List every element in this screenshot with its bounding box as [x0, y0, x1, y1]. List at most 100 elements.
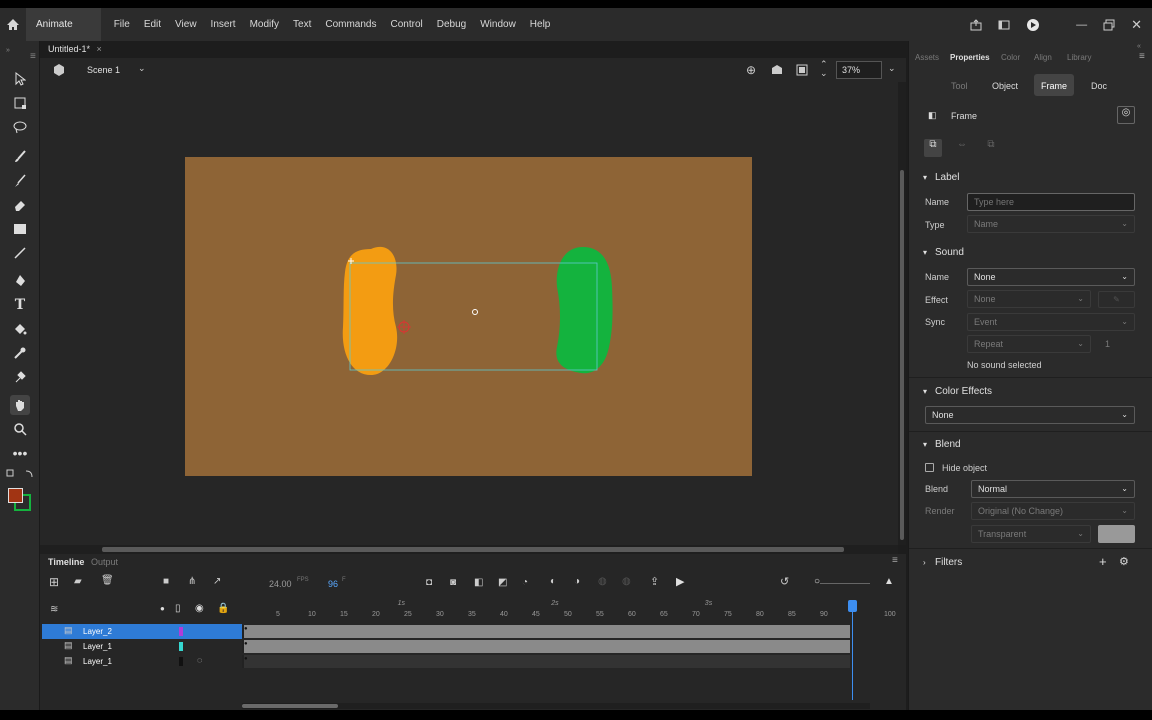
free-transform-tool-icon[interactable] — [10, 93, 30, 113]
pen-tool-icon[interactable] — [10, 271, 30, 291]
layer-row[interactable]: ▤ Layer_1 ● — [40, 639, 900, 654]
pin-tool-icon[interactable] — [10, 367, 30, 387]
layer-row[interactable]: ▤ Layer_1 ◌ ● — [40, 654, 900, 669]
keyframe[interactable]: ● — [244, 641, 248, 647]
restore-icon[interactable] — [1103, 19, 1115, 31]
export-icon[interactable]: ⇪ — [650, 575, 659, 588]
slider-handle[interactable]: ○ — [814, 576, 820, 587]
add-filter-icon[interactable]: + — [1099, 554, 1107, 569]
eyedropper-tool-icon[interactable] — [10, 343, 30, 363]
menu-edit[interactable]: Edit — [144, 19, 161, 30]
label-name-input[interactable] — [967, 193, 1135, 211]
swap-colors-icon[interactable] — [6, 469, 34, 479]
playhead[interactable] — [852, 600, 853, 700]
panel-menu-icon[interactable]: ≡ — [30, 51, 36, 62]
graph-icon[interactable]: ↗ — [213, 576, 221, 587]
layer-row[interactable]: ▤ Layer_2 ● — [40, 624, 900, 639]
lock-icon[interactable]: 🔒 — [217, 603, 229, 614]
tab-library[interactable]: Library — [1067, 53, 1091, 62]
hidden-icon[interactable]: ◌ — [197, 655, 202, 665]
home-button[interactable] — [0, 8, 26, 41]
layer-frames[interactable]: ● — [242, 625, 850, 638]
visibility-icon[interactable]: ◉ — [195, 603, 204, 614]
zoom-input[interactable]: 37% — [836, 61, 882, 79]
hide-object-checkbox[interactable] — [925, 463, 934, 472]
layer-name-cell[interactable]: ▤ Layer_2 — [42, 624, 242, 639]
text-tool-icon[interactable]: T — [10, 295, 30, 315]
sound-section-header[interactable]: ▾ Sound — [923, 247, 964, 258]
blend-select[interactable]: Normal ⌄ — [971, 480, 1135, 498]
camera-icon[interactable]: ■ — [163, 576, 169, 587]
frame-props-icon[interactable]: ⧉ — [924, 139, 942, 157]
delete-icon[interactable]: 🗑 — [101, 575, 114, 586]
loop-icon[interactable]: ↺ — [780, 575, 789, 588]
tab-assets[interactable]: Assets — [915, 53, 939, 62]
rotate-stage-icon[interactable] — [770, 64, 784, 76]
filters-section-header[interactable]: › Filters — [923, 557, 962, 568]
color-effects-select[interactable]: None ⌄ — [925, 406, 1135, 424]
scroll-thumb[interactable] — [102, 547, 844, 552]
layer-frames[interactable]: ● — [242, 640, 850, 653]
zoom-stepper-icon[interactable]: ⌃ ⌄ — [820, 60, 828, 78]
tab-output[interactable]: Output — [91, 557, 118, 567]
horizontal-scrollbar[interactable] — [40, 545, 898, 554]
layer-color-swatch[interactable] — [179, 657, 183, 666]
more-tools-icon[interactable]: ••• — [10, 443, 30, 463]
selection-tool-icon[interactable] — [10, 69, 30, 89]
keyframe[interactable]: ● — [244, 626, 248, 632]
menu-commands[interactable]: Commands — [325, 19, 376, 30]
vertical-scrollbar[interactable] — [898, 82, 906, 545]
test-movie-icon[interactable] — [1026, 18, 1040, 32]
edit-scene-icon[interactable] — [52, 63, 66, 77]
timeline-scrollbar[interactable] — [242, 703, 870, 709]
menu-text[interactable]: Text — [293, 19, 311, 30]
brush-tool-icon[interactable] — [10, 147, 30, 167]
center-stage-icon[interactable]: ⊕ — [746, 63, 756, 77]
zoom-dropdown-icon[interactable]: ⌄ — [888, 63, 896, 74]
stage[interactable] — [185, 157, 752, 476]
menu-window[interactable]: Window — [480, 19, 516, 30]
menu-modify[interactable]: Modify — [250, 19, 279, 30]
tab-align[interactable]: Align — [1034, 53, 1052, 62]
layer-frames[interactable]: ● — [242, 655, 850, 668]
zoom-tool-icon[interactable] — [10, 419, 30, 439]
rectangle-tool-icon[interactable] — [10, 219, 30, 239]
paint-brush-tool-icon[interactable] — [10, 171, 30, 191]
expand-icon[interactable]: ▲ — [884, 576, 894, 587]
tween-icon[interactable]: ◩ — [498, 577, 507, 588]
menu-control[interactable]: Control — [391, 19, 423, 30]
keyframe[interactable]: ● — [244, 656, 248, 662]
tab-timeline[interactable]: Timeline — [48, 557, 84, 567]
close-icon[interactable]: ✕ — [1131, 17, 1142, 33]
close-tab-icon[interactable]: × — [97, 44, 102, 54]
frame-ruler[interactable]: 5 10 15 20 25 30 35 40 45 50 55 60 65 70 75 80 85 90 100 1s… — [244, 600, 896, 622]
tab-object[interactable]: Object — [992, 81, 1018, 91]
hand-tool-icon[interactable] — [10, 395, 30, 415]
layers-icon[interactable]: ≋ — [50, 604, 58, 615]
collapse-icon[interactable]: » — [6, 47, 10, 54]
tab-doc[interactable]: Doc — [1091, 81, 1107, 91]
workspace-icon[interactable] — [998, 19, 1010, 31]
play-icon[interactable]: ▶ — [676, 575, 684, 588]
new-layer-icon[interactable]: ⊞ — [49, 575, 59, 589]
layer-name-cell[interactable]: ▤ Layer_1 ◌ — [42, 654, 242, 669]
menu-file[interactable]: File — [114, 19, 130, 30]
clip-stage-icon[interactable] — [796, 64, 808, 76]
collapse-icon[interactable]: « — [1137, 43, 1141, 50]
scroll-thumb[interactable] — [900, 170, 904, 540]
layer-color-swatch[interactable] — [179, 627, 183, 636]
onion-skin-icon[interactable]: ◐ — [550, 576, 556, 587]
tab-properties[interactable]: Properties — [950, 53, 990, 62]
color-effects-section-header[interactable]: ▾ Color Effects — [923, 386, 992, 397]
playhead-handle[interactable] — [848, 600, 857, 612]
label-section-header[interactable]: ▾ Label — [923, 172, 959, 183]
green-shape[interactable] — [556, 247, 613, 374]
paint-bucket-tool-icon[interactable] — [10, 319, 30, 339]
tab-tool[interactable]: Tool — [951, 81, 968, 91]
panel-menu-icon[interactable]: ≡ — [1139, 51, 1145, 62]
menu-view[interactable]: View — [175, 19, 197, 30]
scroll-thumb[interactable] — [242, 704, 338, 708]
chevron-down-icon[interactable]: ⌄ — [138, 63, 146, 74]
line-tool-icon[interactable] — [10, 243, 30, 263]
gear-icon[interactable]: ⚙ — [1119, 555, 1129, 568]
